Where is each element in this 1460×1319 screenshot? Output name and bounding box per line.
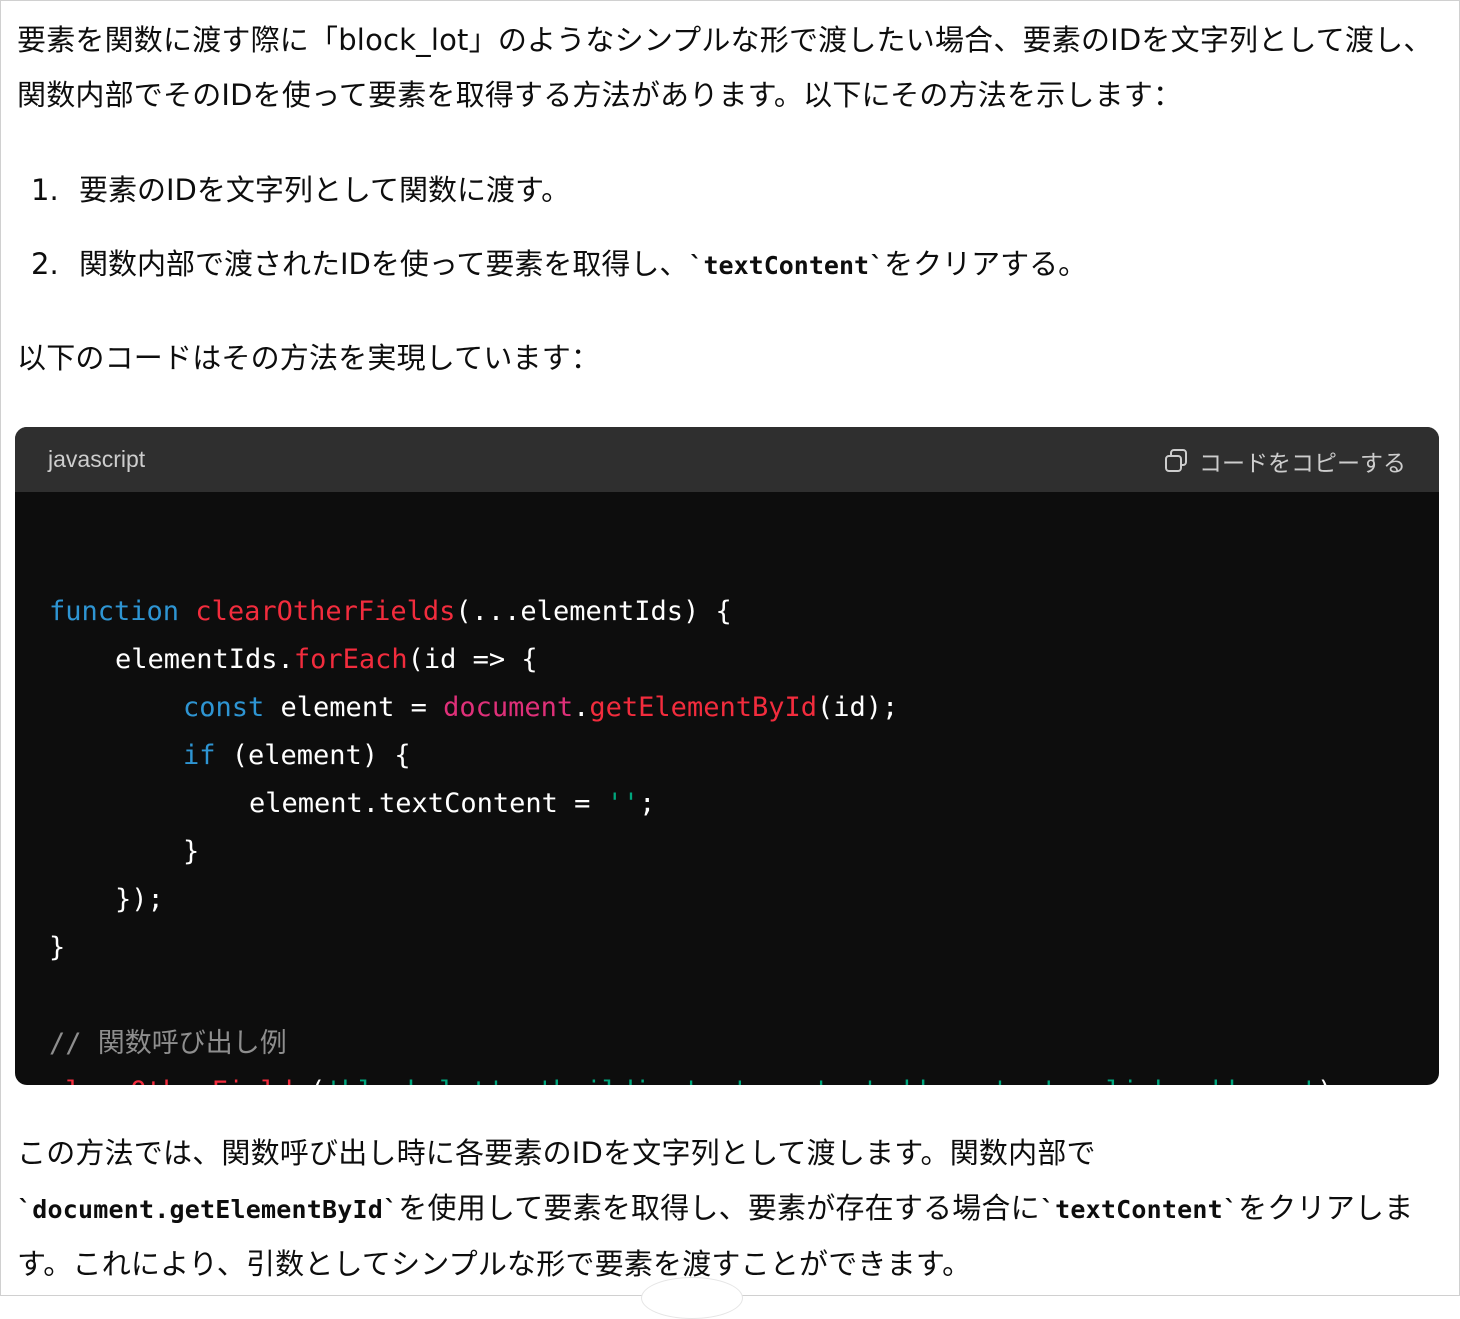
code-line: element.textContent = ''; xyxy=(249,780,655,828)
code-line: const element = document.getElementById(… xyxy=(183,684,898,732)
code-token: (element) { xyxy=(215,740,411,771)
code-line: if (element) { xyxy=(183,732,411,780)
list-number: 1. xyxy=(31,173,59,207)
code-token: elementIds. xyxy=(115,644,294,675)
code-token: clearOtherFields xyxy=(195,596,456,627)
code-token: , xyxy=(699,1076,732,1085)
code-token: . xyxy=(573,692,590,723)
code-token: '' xyxy=(606,788,640,819)
code-line: } xyxy=(183,828,199,876)
list-item: 2. 関数内部で渡されたIDを使って要素を取得し、`textContent`をク… xyxy=(17,237,1437,311)
code-token: } xyxy=(49,932,66,963)
code-token: 'block_lot' xyxy=(325,1076,504,1085)
code-token: , xyxy=(1008,1076,1041,1085)
scroll-to-bottom-button[interactable] xyxy=(641,1277,743,1319)
code-token: forEach xyxy=(293,644,408,675)
code-token: getElementById xyxy=(589,692,817,723)
code-token: ); xyxy=(1317,1076,1350,1085)
code-token: 'address' xyxy=(862,1076,1008,1085)
code-line: elementIds.forEach(id => { xyxy=(115,636,538,684)
code-token: if xyxy=(183,740,216,771)
copy-code-button[interactable]: コードをコピーする xyxy=(1163,444,1406,478)
lead-paragraph: 以下のコードはその方法を実現しています： xyxy=(17,341,601,375)
code-line: } xyxy=(49,924,65,972)
outro-text: を使用して要素を取得し、要素が存在する場合に xyxy=(398,1191,1040,1225)
code-token: element = xyxy=(264,692,444,723)
code-token: 'building' xyxy=(537,1076,700,1085)
code-line: function clearOtherFields(...elementIds)… xyxy=(49,588,732,636)
steps-list: 1. 要素のIDを文字列として関数に渡す。 2. 関数内部で渡されたIDを使って… xyxy=(17,163,1437,311)
code-comment: // 関数呼び出し例 xyxy=(49,1028,287,1059)
code-token: const xyxy=(183,692,265,723)
code-token: (id); xyxy=(816,692,899,723)
code-token: , xyxy=(504,1076,537,1085)
code-token: (...elementIds) { xyxy=(455,596,732,627)
inline-code: `textContent` xyxy=(1039,1195,1239,1224)
code-token: ; xyxy=(639,788,656,819)
code-token: } xyxy=(183,836,200,867)
inline-code: `textContent` xyxy=(688,251,885,280)
list-item-text: 要素のIDを文字列として関数に渡す。 xyxy=(79,173,571,207)
list-number: 2. xyxy=(31,247,59,281)
outro-paragraph: この方法では、関数呼び出し時に各要素のIDを文字列として渡します。関数内部で `d… xyxy=(17,1126,1437,1292)
code-token: function xyxy=(49,596,180,627)
code-block: javascript コードをコピーする function clearOther… xyxy=(15,427,1439,1085)
copy-icon xyxy=(1163,448,1189,474)
code-token: ( xyxy=(309,1076,325,1085)
code-line: }); xyxy=(115,876,164,924)
code-token: }); xyxy=(115,884,164,915)
list-item-text: をクリアする。 xyxy=(884,247,1088,281)
code-token: element.textContent = xyxy=(249,788,607,819)
list-item-text: 関数内部で渡されたIDを使って要素を取得し、 xyxy=(79,247,689,281)
code-line: clearOtherFields('block_lot', 'building'… xyxy=(49,1068,1350,1085)
copy-code-label: コードをコピーする xyxy=(1199,450,1406,476)
list-item: 1. 要素のIDを文字列として関数に渡す。 xyxy=(17,163,1437,237)
code-token: 'english_address' xyxy=(1041,1076,1317,1085)
code-token: , xyxy=(829,1076,862,1085)
code-token: document xyxy=(443,692,574,723)
code-token: clearOtherFields xyxy=(49,1076,309,1085)
code-header: javascript コードをコピーする xyxy=(15,427,1439,492)
code-token: (id => { xyxy=(407,644,538,675)
inline-code: `document.getElementById` xyxy=(17,1195,399,1224)
intro-paragraph: 要素を関数に渡す際に「block_lot」のようなシンプルな形で渡したい場合、要… xyxy=(17,23,1433,112)
code-language-label: javascript xyxy=(48,446,146,472)
code-token: 'room' xyxy=(732,1076,830,1085)
outro-text: この方法では、関数呼び出し時に各要素のIDを文字列として渡します。関数内部で xyxy=(17,1136,1096,1170)
